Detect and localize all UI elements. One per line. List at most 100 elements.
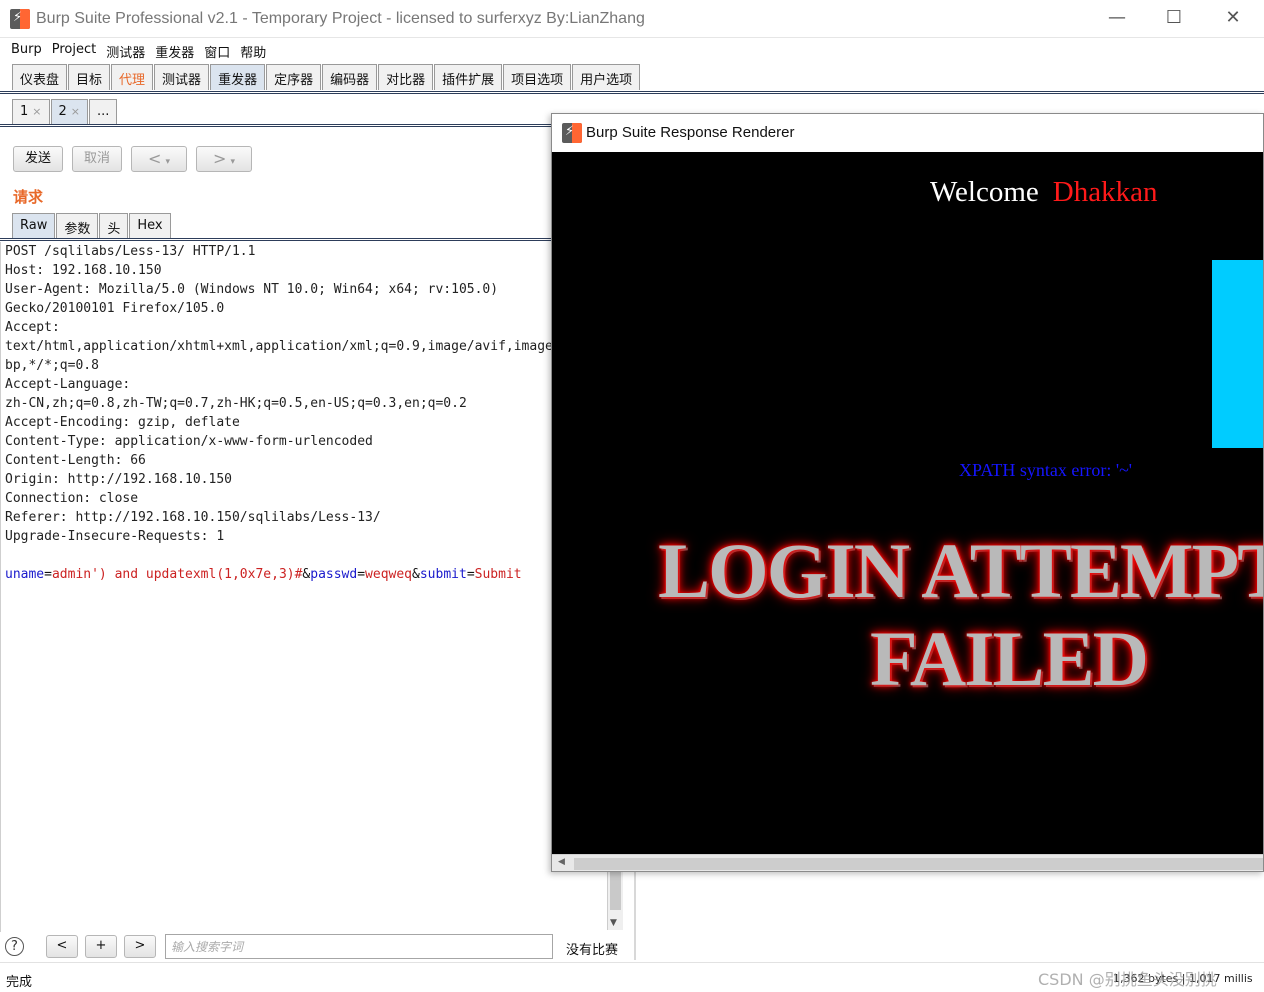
repeater-tab-divider	[0, 124, 560, 127]
menu-burp[interactable]: Burp	[6, 38, 47, 62]
watermark: CSDN @别挑鱼头没别挑	[1038, 970, 1217, 989]
view-tab-divider	[0, 238, 560, 241]
tab-user-options[interactable]: 用户选项	[572, 64, 641, 90]
tab-repeater[interactable]: 重发器	[210, 64, 266, 90]
request-line: Content-Length: 66	[5, 453, 146, 468]
request-line: text/html,application/xhtml+xml,applicat…	[5, 339, 552, 354]
dropdown-arrow-icon[interactable]: ▾	[230, 157, 235, 167]
repeater-tab-new[interactable]: ...	[89, 99, 118, 124]
ampersand: &	[412, 567, 420, 582]
request-line: POST /sqlilabs/Less-13/ HTTP/1.1	[5, 244, 256, 259]
request-line: zh-CN,zh;q=0.8,zh-TW;q=0.7,zh-HK;q=0.5,e…	[5, 396, 467, 411]
tab-proxy[interactable]: 代理	[111, 64, 154, 90]
repeater-tab-label: 1	[20, 104, 29, 119]
search-bar: ? < + > 没有比赛	[0, 932, 640, 962]
repeater-tab-1[interactable]: 1 ×	[12, 99, 50, 124]
scrollbar-thumb[interactable]	[610, 872, 621, 910]
scroll-down-icon[interactable]: ▼	[610, 918, 617, 928]
close-tab-icon[interactable]: ×	[32, 105, 41, 118]
title-bar: Burp Suite Professional v2.1 - Temporary…	[0, 0, 1264, 38]
forward-arrow-icon: >	[213, 149, 227, 168]
status-text: 完成	[6, 975, 33, 990]
tab-sequencer[interactable]: 定序器	[266, 64, 322, 90]
param-value-passwd: weqweq	[365, 567, 413, 582]
login-failed-banner-line1: LOGIN ATTEMPT	[658, 527, 1264, 614]
main-tab-bar: 仪表盘 目标 代理 测试器 重发器 定序器 编码器 对比器 插件扩展 项目选项 …	[0, 64, 1264, 92]
renderer-title: Burp Suite Response Renderer	[586, 124, 795, 141]
welcome-text: Welcome Dhakkan	[930, 176, 1157, 209]
rendered-page: Welcome Dhakkan XPATH syntax error: '~' L…	[552, 152, 1264, 854]
back-arrow-icon: <	[148, 149, 162, 168]
search-result-text: 没有比赛	[566, 943, 619, 958]
search-add-button[interactable]: +	[85, 935, 117, 958]
request-body: uname=admin') and updatexml(1,0x7e,3)#&p…	[1, 565, 552, 584]
cancel-button[interactable]: 取消	[72, 146, 122, 172]
close-button[interactable]: ✕	[1210, 2, 1256, 36]
request-view-tabs: Raw 参数 头 Hex	[12, 213, 172, 239]
request-line: Gecko/20100101 Firefox/105.0	[5, 301, 225, 316]
search-input[interactable]	[165, 934, 553, 959]
dropdown-arrow-icon[interactable]: ▾	[165, 157, 170, 167]
login-failed-banner-line2: FAILED	[870, 615, 1149, 702]
equals-sign: =	[357, 567, 366, 582]
send-button[interactable]: 发送	[13, 146, 63, 172]
tab-decoder[interactable]: 编码器	[322, 64, 378, 90]
menu-help[interactable]: 帮助	[235, 38, 271, 62]
close-tab-icon[interactable]: ×	[71, 105, 80, 118]
request-line: bp,*/*;q=0.8	[5, 358, 99, 373]
request-heading: 请求	[13, 188, 44, 206]
param-value-submit: Submit	[474, 567, 522, 582]
menu-window[interactable]: 窗口	[199, 38, 235, 62]
tab-params[interactable]: 参数	[56, 213, 99, 239]
equals-sign: =	[44, 567, 52, 582]
request-line: Content-Type: application/x-www-form-url…	[5, 434, 373, 449]
repeater-toolbar: 发送 取消 < ▾ > ▾	[0, 145, 560, 173]
xpath-error-message: XPATH syntax error: '~'	[959, 460, 1133, 480]
repeater-tab-label: 2	[58, 104, 67, 119]
repeater-tab-2[interactable]: 2 ×	[50, 99, 88, 124]
minimize-button[interactable]: —	[1094, 2, 1140, 36]
tab-target[interactable]: 目标	[68, 64, 111, 90]
cyan-panel	[1212, 260, 1263, 448]
param-name-uname: uname	[5, 567, 45, 582]
param-value-uname: admin') and updatexml(1,0x7e,3)#	[51, 567, 303, 582]
scroll-left-icon[interactable]: ◀	[558, 857, 565, 867]
response-renderer-window[interactable]: Burp Suite Response Renderer Welcome Dhak…	[551, 113, 1264, 872]
burp-logo-icon	[10, 9, 30, 29]
help-icon[interactable]: ?	[5, 937, 24, 956]
maximize-button[interactable]: ☐	[1151, 2, 1197, 36]
main-tab-divider	[0, 91, 1264, 94]
history-forward-button[interactable]: > ▾	[196, 146, 252, 172]
tab-raw[interactable]: Raw	[12, 213, 56, 239]
history-back-button[interactable]: < ▾	[131, 146, 187, 172]
request-editor[interactable]: POST /sqlilabs/Less-13/ HTTP/1.1 Host: 1…	[0, 242, 552, 932]
menu-repeater[interactable]: 重发器	[150, 38, 199, 62]
renderer-title-bar[interactable]: Burp Suite Response Renderer	[552, 114, 1263, 152]
search-next-button[interactable]: >	[124, 935, 156, 958]
scrollbar-thumb[interactable]	[574, 858, 1263, 870]
request-line: Accept:	[5, 320, 60, 335]
request-line: Upgrade-Insecure-Requests: 1	[5, 529, 225, 544]
request-line: Origin: http://192.168.10.150	[5, 472, 232, 487]
welcome-label: Welcome	[930, 176, 1039, 208]
tab-project-options[interactable]: 项目选项	[503, 64, 572, 90]
menu-project[interactable]: Project	[47, 38, 101, 62]
equals-sign: =	[466, 567, 475, 582]
tab-extender[interactable]: 插件扩展	[434, 64, 503, 90]
tab-dashboard[interactable]: 仪表盘	[12, 64, 68, 90]
menu-intruder[interactable]: 测试器	[101, 38, 150, 62]
status-bar: 完成 1,362 bytes | 1,017 millis CSDN @别挑鱼头…	[0, 962, 1264, 992]
tab-headers[interactable]: 头	[99, 213, 129, 239]
param-name-passwd: passwd	[310, 567, 358, 582]
editor-scrollbar[interactable]: ▼	[607, 872, 623, 930]
welcome-user-name: Dhakkan	[1052, 176, 1158, 208]
search-prev-button[interactable]: <	[46, 935, 78, 958]
renderer-horizontal-scrollbar[interactable]: ◀	[552, 854, 1263, 871]
tab-intruder[interactable]: 测试器	[154, 64, 210, 90]
request-line: Accept-Encoding: gzip, deflate	[5, 415, 240, 430]
tab-hex[interactable]: Hex	[129, 213, 171, 239]
tab-comparer[interactable]: 对比器	[378, 64, 434, 90]
request-line: Accept-Language:	[5, 377, 131, 392]
window-title: Burp Suite Professional v2.1 - Temporary…	[36, 10, 645, 27]
